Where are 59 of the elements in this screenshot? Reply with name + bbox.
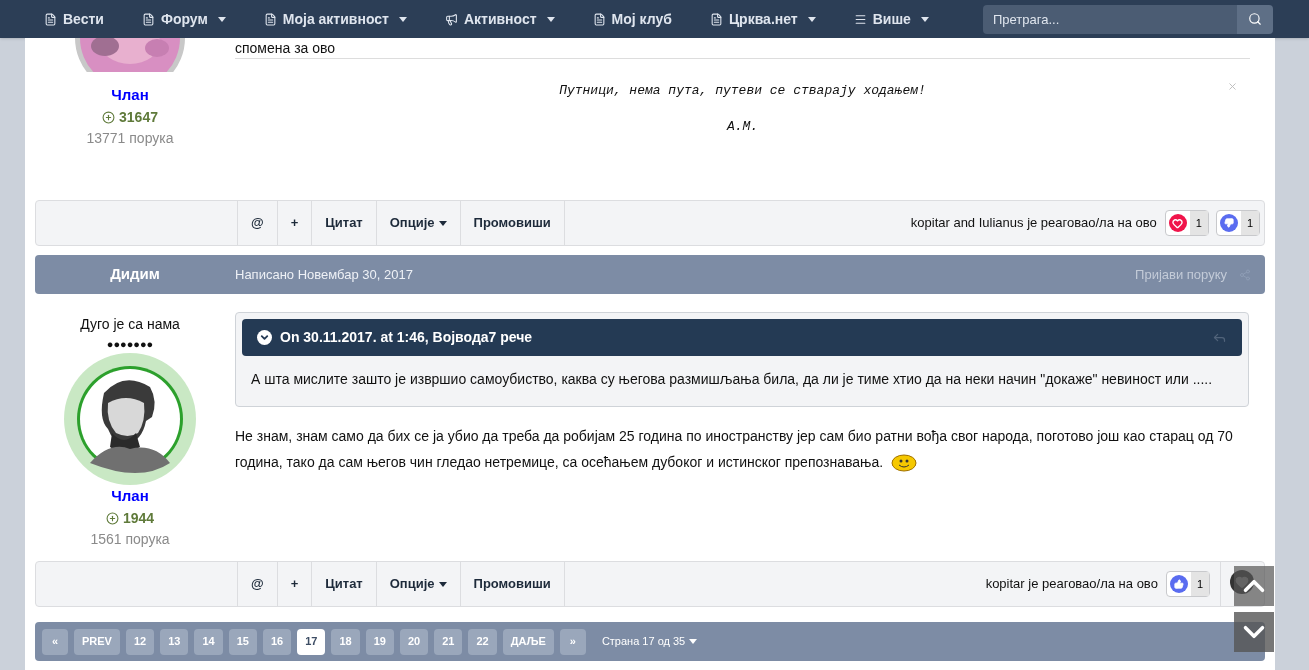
menu-icon — [853, 12, 867, 26]
nav-link[interactable]: Моја активност — [263, 8, 407, 30]
reaction-count: 1 — [1240, 211, 1259, 235]
reputation-count: 31647 — [102, 106, 158, 128]
post-date: Написано Новембар 30, 2017 — [235, 265, 413, 284]
post-action-button[interactable]: + — [276, 562, 312, 606]
signature-line: А.М. — [726, 117, 759, 136]
document-icon — [263, 12, 277, 26]
nav-link[interactable]: Вести — [44, 8, 104, 30]
nav-link[interactable]: Црква.нет — [709, 8, 816, 30]
nav-link[interactable]: Више — [853, 8, 929, 30]
smiley-icon — [891, 454, 918, 473]
reaction-button[interactable]: 1 — [1215, 210, 1260, 236]
reaction-button[interactable]: 1 — [1165, 571, 1210, 597]
post-action-button[interactable]: + — [276, 201, 312, 245]
rank-pips: ●●●●●●● — [106, 337, 154, 352]
post-count: 1561 порука — [90, 529, 170, 549]
reaction-count: 1 — [1189, 211, 1208, 235]
nav-link[interactable]: Форум — [141, 8, 226, 30]
nav-link[interactable]: Мој клуб — [592, 8, 672, 30]
post-action-button[interactable]: @ — [237, 201, 277, 245]
chevron-down-icon[interactable] — [257, 330, 272, 345]
post-action-button[interactable]: Промовиши — [459, 562, 564, 606]
megaphone-icon — [444, 12, 458, 26]
signature-line: Путници, нема пута, путеви се стварају ходањем! — [559, 82, 926, 100]
document-icon — [141, 12, 155, 26]
post-text: спомена за ово — [235, 38, 1250, 59]
thumbs-down-icon — [1219, 214, 1238, 232]
document-icon — [44, 12, 57, 26]
post-action-button[interactable]: Опције — [375, 201, 460, 245]
search-field[interactable]: Претрага... — [983, 4, 1237, 34]
post-action-button[interactable]: Цитат — [311, 562, 376, 606]
page-button[interactable]: 17 — [297, 628, 326, 655]
caret-icon — [689, 639, 698, 644]
post-text: Не знам, знам само да бих се ја убио да треба да робијам 25 година по иностранству јер сам био ратни вођа свог народа, поготово још као старац од 70 година, тако да сам његов чин гледао нетремице, са осећањем дубоког и истинског препознавања. — [235, 423, 1249, 475]
member-role[interactable]: Члан — [111, 84, 149, 107]
quote-title: On 30.11.2017. at 1:46, Војвода7 рече — [280, 328, 534, 347]
reputation-count: 1944 — [105, 507, 155, 529]
quote-text: А шта мислите зашто је извршио самоубиство, каква су његова размишљања била, да ли је тиме хтио да на неки начин "докаже" невиност или ..... — [250, 370, 1214, 389]
nav-link[interactable]: Активност — [444, 8, 555, 30]
reactions-summary[interactable]: kopitar је реаговао/ла на ово — [985, 574, 1158, 594]
post-count: 13771 порука — [86, 128, 174, 148]
document-icon — [709, 12, 723, 26]
post-action-button[interactable]: Промовиши — [459, 201, 564, 245]
plus-icon — [105, 511, 119, 525]
plus-icon — [102, 110, 116, 124]
post-action-button[interactable]: Цитат — [311, 201, 376, 245]
post-action-button[interactable]: Опције — [375, 562, 460, 606]
document-icon — [592, 12, 606, 26]
scroll-down-button[interactable] — [1234, 612, 1274, 652]
scroll-up-button[interactable] — [1234, 566, 1274, 606]
post-action-button[interactable]: @ — [237, 562, 277, 606]
member-rank: Дуго је са нама — [80, 315, 180, 334]
member-role[interactable]: Члан — [111, 485, 149, 508]
reaction-count: 1 — [1190, 572, 1209, 596]
thumbs-up-icon — [1169, 575, 1188, 593]
search-icon[interactable] — [1248, 12, 1262, 26]
reactions-summary[interactable]: kopitar and Iulianus је реаговао/ла на ово — [910, 213, 1157, 233]
reaction-button[interactable]: 1 — [1164, 210, 1209, 236]
